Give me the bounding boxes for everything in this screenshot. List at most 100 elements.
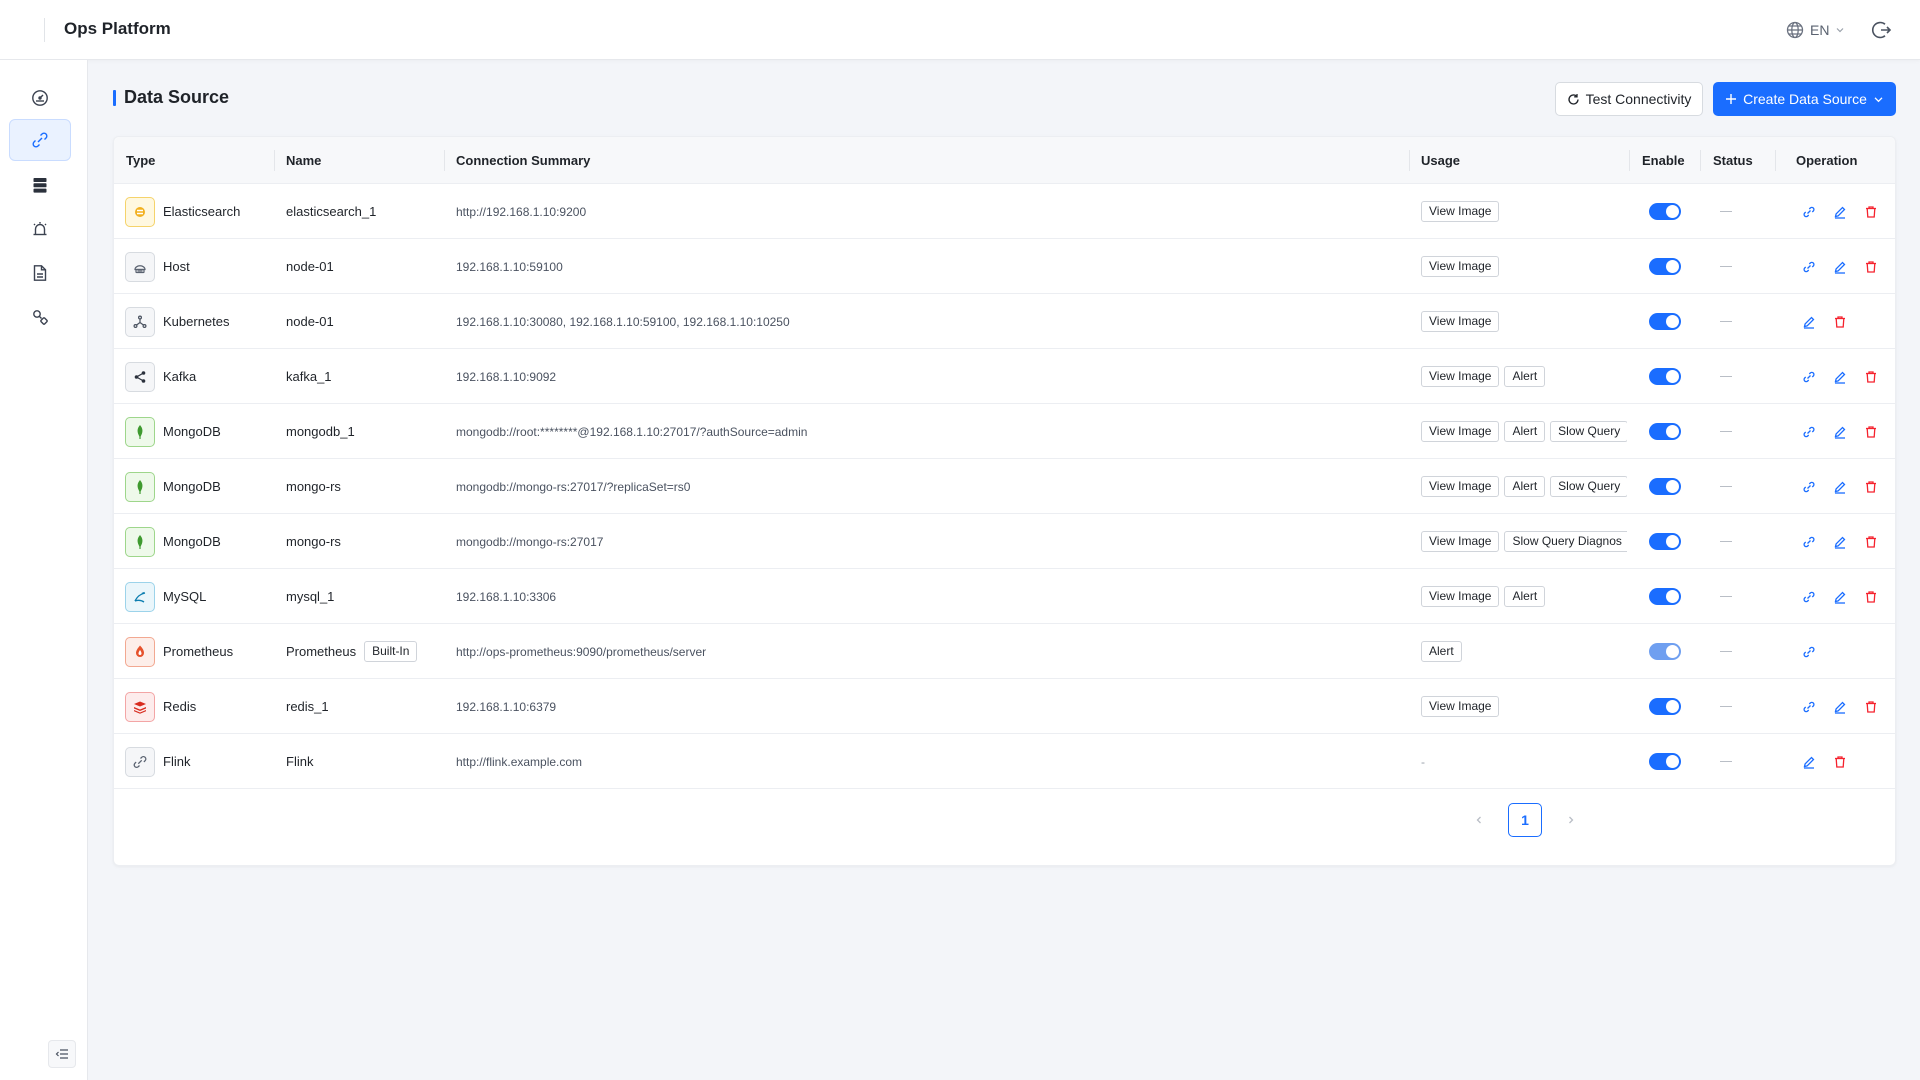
- delete-button[interactable]: [1831, 753, 1849, 771]
- edit-button[interactable]: [1831, 588, 1849, 606]
- status-empty-dash: [1720, 596, 1732, 597]
- enable-toggle[interactable]: [1649, 478, 1681, 495]
- name-label: Prometheus: [286, 644, 357, 659]
- usage-tag[interactable]: Alert: [1421, 641, 1462, 662]
- sidebar-item-report[interactable]: [9, 252, 71, 294]
- usage-tag[interactable]: View Image: [1421, 476, 1500, 497]
- enable-toggle[interactable]: [1649, 588, 1681, 605]
- sidebar-item-data-source[interactable]: [9, 119, 71, 161]
- name-label: redis_1: [286, 699, 329, 714]
- delete-button[interactable]: [1862, 478, 1880, 496]
- enable-toggle[interactable]: [1649, 313, 1681, 330]
- connection-summary-text: mongodb://mongo-rs:27017: [456, 534, 604, 549]
- usage-tag[interactable]: View Image: [1421, 311, 1500, 332]
- column-divider: [1629, 150, 1630, 171]
- usage-tag[interactable]: View Image: [1421, 531, 1500, 552]
- pagination-page-current[interactable]: 1: [1508, 803, 1542, 837]
- link-button[interactable]: [1800, 533, 1818, 551]
- edit-button[interactable]: [1800, 753, 1818, 771]
- edit-button[interactable]: [1800, 313, 1818, 331]
- usage-tag[interactable]: Alert: [1504, 366, 1546, 387]
- link-icon: [1802, 645, 1816, 659]
- link-button[interactable]: [1800, 478, 1818, 496]
- usage-tag[interactable]: Alert: [1504, 586, 1546, 607]
- sidebar-item-dashboard[interactable]: [9, 77, 71, 119]
- delete-icon: [1833, 315, 1847, 329]
- sidebar-item-database[interactable]: [9, 164, 71, 206]
- enable-cell: [1649, 569, 1699, 624]
- delete-button[interactable]: [1862, 258, 1880, 276]
- delete-button[interactable]: [1831, 313, 1849, 331]
- pagination-prev-button[interactable]: [1464, 803, 1494, 837]
- usage-tag[interactable]: Alert: [1504, 476, 1546, 497]
- edit-button[interactable]: [1831, 698, 1849, 716]
- usage-tag[interactable]: View Image: [1421, 421, 1500, 442]
- toggle-knob: [1666, 645, 1679, 658]
- enable-toggle[interactable]: [1649, 258, 1681, 275]
- usage-tag[interactable]: View Image: [1421, 696, 1500, 717]
- status-cell: [1720, 294, 1770, 349]
- status-empty-dash: [1720, 486, 1732, 487]
- edit-button[interactable]: [1831, 478, 1849, 496]
- link-button[interactable]: [1800, 588, 1818, 606]
- link-button[interactable]: [1800, 643, 1818, 661]
- sidebar-item-alert[interactable]: [9, 208, 71, 250]
- link-button[interactable]: [1800, 368, 1818, 386]
- enable-cell: [1649, 459, 1699, 514]
- name-cell: mongo-rs: [286, 514, 444, 569]
- delete-button[interactable]: [1862, 698, 1880, 716]
- delete-button[interactable]: [1862, 423, 1880, 441]
- enable-toggle[interactable]: [1649, 643, 1681, 660]
- chevron-left-icon: [1476, 816, 1481, 824]
- usage-tag[interactable]: Slow Query Diagnos: [1504, 531, 1627, 552]
- link-button[interactable]: [1800, 423, 1818, 441]
- edit-button[interactable]: [1831, 258, 1849, 276]
- chevron-right-icon: [1569, 816, 1574, 824]
- summary-cell: mongodb://mongo-rs:27017/?replicaSet=rs0: [456, 459, 1406, 514]
- enable-cell: [1649, 514, 1699, 569]
- enable-toggle[interactable]: [1649, 203, 1681, 220]
- usage-tag[interactable]: View Image: [1421, 256, 1500, 277]
- usage-tag[interactable]: Alert: [1504, 421, 1546, 442]
- link-button[interactable]: [1800, 203, 1818, 221]
- create-data-source-button[interactable]: Create Data Source: [1713, 82, 1896, 116]
- edit-button[interactable]: [1831, 423, 1849, 441]
- enable-toggle[interactable]: [1649, 698, 1681, 715]
- link-button[interactable]: [1800, 258, 1818, 276]
- delete-icon: [1864, 260, 1878, 274]
- enable-toggle[interactable]: [1649, 533, 1681, 550]
- usage-tag[interactable]: Slow Query: [1550, 476, 1627, 497]
- test-connectivity-button[interactable]: Test Connectivity: [1555, 82, 1703, 116]
- delete-button[interactable]: [1862, 368, 1880, 386]
- enable-toggle[interactable]: [1649, 753, 1681, 770]
- globe-icon: [1786, 21, 1804, 39]
- enable-toggle[interactable]: [1649, 423, 1681, 440]
- title-accent-bar: [113, 90, 116, 106]
- usage-tag[interactable]: View Image: [1421, 586, 1500, 607]
- edit-button[interactable]: [1831, 533, 1849, 551]
- sidebar-collapse-button[interactable]: [48, 1040, 76, 1068]
- edit-button[interactable]: [1831, 368, 1849, 386]
- usage-tag[interactable]: View Image: [1421, 366, 1500, 387]
- edit-button[interactable]: [1831, 203, 1849, 221]
- usage-tag[interactable]: Slow Query: [1550, 421, 1627, 442]
- link-button[interactable]: [1800, 698, 1818, 716]
- name-cell: redis_1: [286, 679, 444, 734]
- sidebar-item-diagnosis[interactable]: [9, 296, 71, 338]
- host-icon: [125, 251, 155, 282]
- enable-toggle[interactable]: [1649, 368, 1681, 385]
- status-cell: [1720, 404, 1770, 459]
- pagination-next-button[interactable]: [1556, 803, 1586, 837]
- type-cell: Kubernetes: [125, 294, 275, 349]
- built-in-badge: Built-In: [364, 641, 418, 662]
- enable-cell: [1649, 404, 1699, 459]
- enable-cell: [1649, 294, 1699, 349]
- usage-tag[interactable]: View Image: [1421, 201, 1500, 222]
- delete-button[interactable]: [1862, 588, 1880, 606]
- delete-button[interactable]: [1862, 203, 1880, 221]
- language-switcher[interactable]: EN: [1786, 18, 1845, 42]
- name-cell: node-01: [286, 294, 444, 349]
- delete-button[interactable]: [1862, 533, 1880, 551]
- logout-icon[interactable]: [1870, 19, 1892, 41]
- name-cell: mongo-rs: [286, 459, 444, 514]
